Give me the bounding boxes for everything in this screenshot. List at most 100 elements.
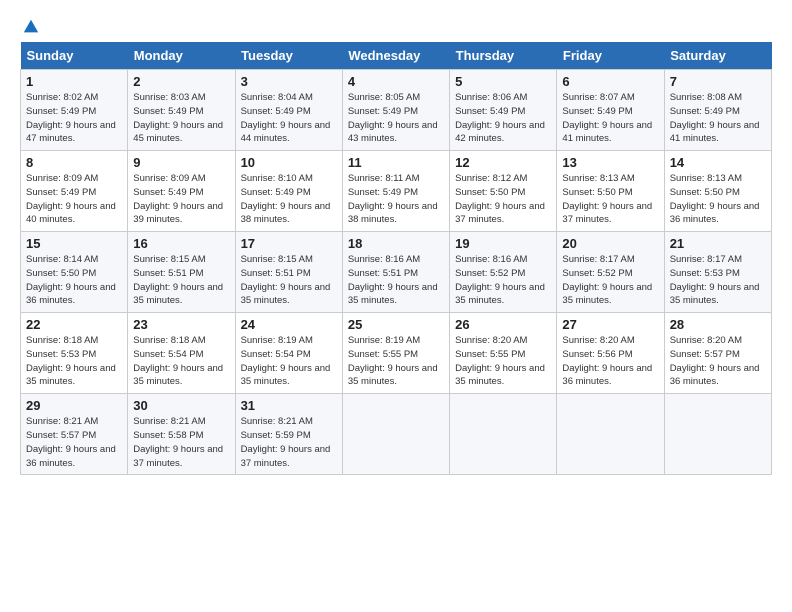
day-detail: Sunrise: 8:16 AM Sunset: 5:52 PM Dayligh…	[455, 254, 545, 306]
day-detail: Sunrise: 8:03 AM Sunset: 5:49 PM Dayligh…	[133, 92, 223, 144]
day-detail: Sunrise: 8:13 AM Sunset: 5:50 PM Dayligh…	[670, 173, 760, 225]
day-number: 25	[348, 317, 444, 332]
weekday-header: Wednesday	[342, 42, 449, 70]
day-number: 3	[241, 74, 337, 89]
calendar-body: 1 Sunrise: 8:02 AM Sunset: 5:49 PM Daylig…	[21, 70, 772, 475]
weekday-header: Monday	[128, 42, 235, 70]
day-detail: Sunrise: 8:19 AM Sunset: 5:55 PM Dayligh…	[348, 335, 438, 387]
day-detail: Sunrise: 8:20 AM Sunset: 5:56 PM Dayligh…	[562, 335, 652, 387]
day-number: 15	[26, 236, 122, 251]
calendar-day-cell: 19Sunrise: 8:16 AM Sunset: 5:52 PM Dayli…	[450, 232, 557, 313]
logo	[20, 18, 40, 32]
day-detail: Sunrise: 8:12 AM Sunset: 5:50 PM Dayligh…	[455, 173, 545, 225]
calendar-day-cell: 21 Sunrise: 8:17 AM Sunset: 5:53 PM Dayli…	[664, 232, 771, 313]
calendar-day-cell: 13Sunrise: 8:13 AM Sunset: 5:50 PM Dayli…	[557, 151, 664, 232]
weekday-header: Sunday	[21, 42, 128, 70]
calendar-day-cell: 16 Sunrise: 8:15 AM Sunset: 5:51 PM Dayli…	[128, 232, 235, 313]
calendar-day-cell: 18 Sunrise: 8:16 AM Sunset: 5:51 PM Dayli…	[342, 232, 449, 313]
day-detail: Sunrise: 8:10 AM Sunset: 5:49 PM Dayligh…	[241, 173, 331, 225]
calendar-week-row: 22 Sunrise: 8:18 AM Sunset: 5:53 PM Dayli…	[21, 313, 772, 394]
calendar-day-cell: 17 Sunrise: 8:15 AM Sunset: 5:51 PM Dayli…	[235, 232, 342, 313]
day-detail: Sunrise: 8:11 AM Sunset: 5:49 PM Dayligh…	[348, 173, 438, 225]
calendar-table: SundayMondayTuesdayWednesdayThursdayFrid…	[20, 42, 772, 475]
calendar-day-cell: 31 Sunrise: 8:21 AM Sunset: 5:59 PM Dayli…	[235, 394, 342, 475]
day-detail: Sunrise: 8:20 AM Sunset: 5:57 PM Dayligh…	[670, 335, 760, 387]
day-detail: Sunrise: 8:05 AM Sunset: 5:49 PM Dayligh…	[348, 92, 438, 144]
day-detail: Sunrise: 8:21 AM Sunset: 5:59 PM Dayligh…	[241, 416, 331, 468]
day-detail: Sunrise: 8:09 AM Sunset: 5:49 PM Dayligh…	[133, 173, 223, 225]
calendar-day-cell: 8Sunrise: 8:09 AM Sunset: 5:49 PM Daylig…	[21, 151, 128, 232]
empty-cell	[450, 394, 557, 475]
day-number: 22	[26, 317, 122, 332]
calendar-week-row: 29Sunrise: 8:21 AM Sunset: 5:57 PM Dayli…	[21, 394, 772, 475]
day-number: 5	[455, 74, 551, 89]
weekday-header: Friday	[557, 42, 664, 70]
day-number: 17	[241, 236, 337, 251]
logo-icon	[22, 18, 40, 36]
header	[20, 18, 772, 32]
day-number: 12	[455, 155, 551, 170]
day-detail: Sunrise: 8:04 AM Sunset: 5:49 PM Dayligh…	[241, 92, 331, 144]
day-number: 9	[133, 155, 229, 170]
day-number: 21	[670, 236, 766, 251]
calendar-day-cell: 12 Sunrise: 8:12 AM Sunset: 5:50 PM Dayli…	[450, 151, 557, 232]
day-number: 6	[562, 74, 658, 89]
day-number: 20	[562, 236, 658, 251]
day-number: 28	[670, 317, 766, 332]
calendar-week-row: 1 Sunrise: 8:02 AM Sunset: 5:49 PM Daylig…	[21, 70, 772, 151]
day-number: 31	[241, 398, 337, 413]
day-detail: Sunrise: 8:21 AM Sunset: 5:57 PM Dayligh…	[26, 416, 116, 468]
day-detail: Sunrise: 8:06 AM Sunset: 5:49 PM Dayligh…	[455, 92, 545, 144]
day-detail: Sunrise: 8:02 AM Sunset: 5:49 PM Dayligh…	[26, 92, 116, 144]
calendar-day-cell: 9 Sunrise: 8:09 AM Sunset: 5:49 PM Daylig…	[128, 151, 235, 232]
day-number: 13	[562, 155, 658, 170]
day-number: 8	[26, 155, 122, 170]
day-detail: Sunrise: 8:18 AM Sunset: 5:53 PM Dayligh…	[26, 335, 116, 387]
day-number: 1	[26, 74, 122, 89]
weekday-header: Thursday	[450, 42, 557, 70]
calendar-day-cell: 6 Sunrise: 8:07 AM Sunset: 5:49 PM Daylig…	[557, 70, 664, 151]
day-detail: Sunrise: 8:19 AM Sunset: 5:54 PM Dayligh…	[241, 335, 331, 387]
calendar-week-row: 8 Sunrise: 8:09 AM Sunset: 5:49 PM Daylig…	[21, 151, 772, 232]
day-detail: Sunrise: 8:07 AM Sunset: 5:49 PM Dayligh…	[562, 92, 652, 144]
day-detail: Sunrise: 8:17 AM Sunset: 5:52 PM Dayligh…	[562, 254, 652, 306]
calendar-day-cell: 3 Sunrise: 8:04 AM Sunset: 5:49 PM Daylig…	[235, 70, 342, 151]
calendar-day-cell: 10 Sunrise: 8:10 AM Sunset: 5:49 PM Dayli…	[235, 151, 342, 232]
calendar-day-cell: 25 Sunrise: 8:19 AM Sunset: 5:55 PM Dayli…	[342, 313, 449, 394]
calendar-header-row: SundayMondayTuesdayWednesdayThursdayFrid…	[21, 42, 772, 70]
calendar-day-cell: 27Sunrise: 8:20 AM Sunset: 5:56 PM Dayli…	[557, 313, 664, 394]
calendar-day-cell: 5 Sunrise: 8:06 AM Sunset: 5:49 PM Daylig…	[450, 70, 557, 151]
day-number: 24	[241, 317, 337, 332]
calendar-day-cell: 15 Sunrise: 8:14 AM Sunset: 5:50 PM Dayli…	[21, 232, 128, 313]
day-detail: Sunrise: 8:15 AM Sunset: 5:51 PM Dayligh…	[133, 254, 223, 306]
day-number: 26	[455, 317, 551, 332]
day-number: 30	[133, 398, 229, 413]
day-detail: Sunrise: 8:08 AM Sunset: 5:49 PM Dayligh…	[670, 92, 760, 144]
calendar-day-cell: 11Sunrise: 8:11 AM Sunset: 5:49 PM Dayli…	[342, 151, 449, 232]
calendar-day-cell: 22 Sunrise: 8:18 AM Sunset: 5:53 PM Dayli…	[21, 313, 128, 394]
empty-cell	[664, 394, 771, 475]
calendar-day-cell: 4 Sunrise: 8:05 AM Sunset: 5:49 PM Daylig…	[342, 70, 449, 151]
day-number: 2	[133, 74, 229, 89]
empty-cell	[342, 394, 449, 475]
page: SundayMondayTuesdayWednesdayThursdayFrid…	[0, 0, 792, 612]
calendar-day-cell: 28 Sunrise: 8:20 AM Sunset: 5:57 PM Dayli…	[664, 313, 771, 394]
day-detail: Sunrise: 8:15 AM Sunset: 5:51 PM Dayligh…	[241, 254, 331, 306]
day-number: 10	[241, 155, 337, 170]
weekday-header: Saturday	[664, 42, 771, 70]
day-detail: Sunrise: 8:18 AM Sunset: 5:54 PM Dayligh…	[133, 335, 223, 387]
day-number: 18	[348, 236, 444, 251]
empty-cell	[557, 394, 664, 475]
calendar-day-cell: 26Sunrise: 8:20 AM Sunset: 5:55 PM Dayli…	[450, 313, 557, 394]
calendar-day-cell: 23Sunrise: 8:18 AM Sunset: 5:54 PM Dayli…	[128, 313, 235, 394]
weekday-header: Tuesday	[235, 42, 342, 70]
calendar-day-cell: 20 Sunrise: 8:17 AM Sunset: 5:52 PM Dayli…	[557, 232, 664, 313]
day-number: 16	[133, 236, 229, 251]
day-detail: Sunrise: 8:14 AM Sunset: 5:50 PM Dayligh…	[26, 254, 116, 306]
calendar-day-cell: 7Sunrise: 8:08 AM Sunset: 5:49 PM Daylig…	[664, 70, 771, 151]
day-number: 4	[348, 74, 444, 89]
day-detail: Sunrise: 8:16 AM Sunset: 5:51 PM Dayligh…	[348, 254, 438, 306]
day-number: 14	[670, 155, 766, 170]
day-detail: Sunrise: 8:17 AM Sunset: 5:53 PM Dayligh…	[670, 254, 760, 306]
day-detail: Sunrise: 8:21 AM Sunset: 5:58 PM Dayligh…	[133, 416, 223, 468]
